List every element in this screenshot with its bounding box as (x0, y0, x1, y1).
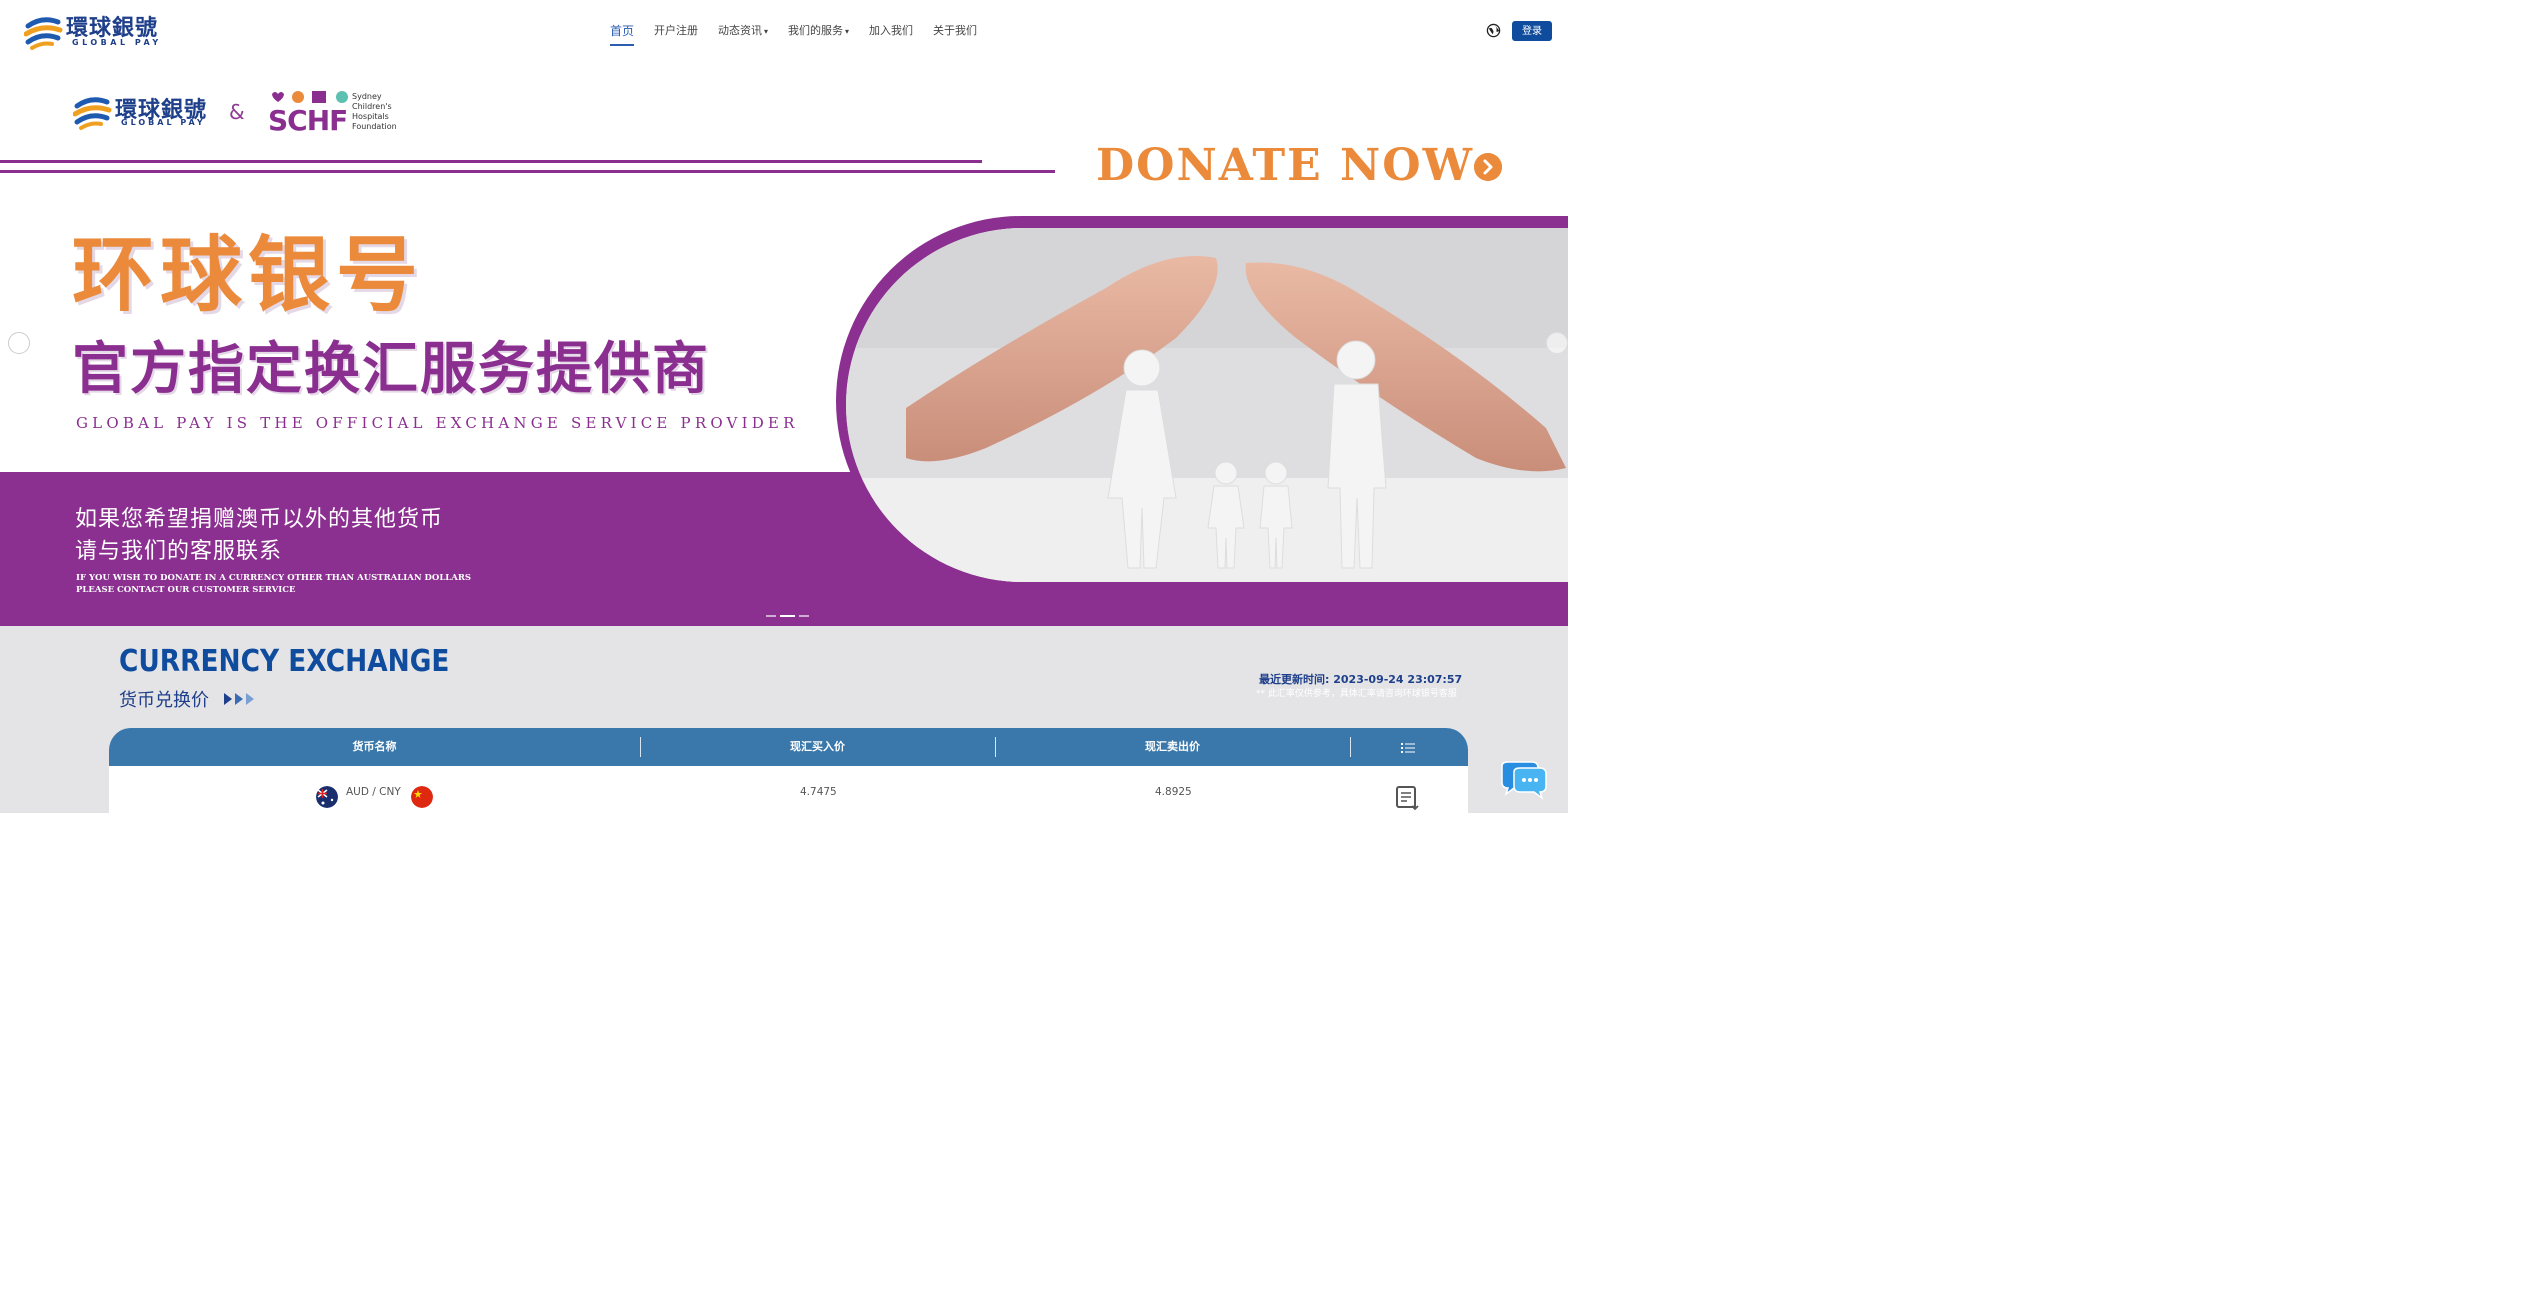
nav-label: 加入我们 (869, 24, 914, 37)
band-text-en-1: IF YOU WISH TO DONATE IN A CURRENCY OTHE… (76, 573, 472, 583)
nav-item-home[interactable]: 首页 (610, 0, 635, 62)
china-flag-icon (411, 786, 433, 808)
global-pay-logo[interactable]: 環球銀號 GLOBAL PAY (24, 10, 164, 52)
triple-arrow-icon (224, 693, 254, 705)
chevron-down-icon: ▾ (845, 27, 850, 36)
carousel-dot[interactable] (766, 615, 776, 617)
band-text-en-2: PLEASE CONTACT OUR CUSTOMER SERVICE (76, 585, 296, 595)
column-divider (1350, 737, 1351, 757)
logo-en-text: GLOBAL PAY (72, 38, 162, 47)
fx-subtitle: 货币兑换价 (119, 690, 209, 711)
band-text-cn-2: 请与我们的客服联系 (75, 539, 283, 564)
banner-subtitle-cn: 官方指定换汇服务提供商 (72, 336, 710, 402)
divider-line (0, 170, 1055, 173)
nav-item-about[interactable]: 关于我们 (933, 0, 977, 62)
carousel-prev-button[interactable] (8, 332, 30, 354)
table-row[interactable]: AUD / CNY 4.7475 4.8925 (109, 766, 1468, 818)
schf-logo: SCHF Sydney Children's Hospitals Foundat… (268, 90, 408, 137)
nav-label: 首页 (610, 24, 635, 38)
nav-item-news[interactable]: 动态资讯 ▾ (718, 0, 768, 62)
col-sell-price: 现汇卖出价 (1145, 740, 1200, 753)
schf-line: Hospitals (352, 112, 389, 121)
exchange-rate-table: 货币名称 现汇买入价 现汇卖出价 AUD / CNY 4.7475 4.8925 (109, 728, 1468, 818)
nav-item-register[interactable]: 开户注册 (654, 0, 698, 62)
chevron-right-icon[interactable] (1474, 153, 1502, 181)
table-header: 货币名称 现汇买入价 现汇卖出价 (109, 728, 1468, 766)
band-text-cn-1: 如果您希望捐赠澳币以外的其他货币 (75, 507, 444, 532)
sell-price: 4.8925 (1155, 786, 1192, 798)
chat-support-icon[interactable] (1498, 760, 1548, 802)
globe-icon[interactable] (1486, 23, 1501, 38)
schf-abbr: SCHF (268, 104, 348, 137)
globe-swoosh-icon (24, 17, 63, 50)
banner-global-pay-logo: 環球銀號 GLOBAL PAY (73, 92, 223, 132)
list-icon[interactable] (1401, 742, 1415, 754)
main-nav: 首页 开户注册 动态资讯 ▾ 我们的服务 ▾ 加入我们 关于我们 (600, 0, 987, 62)
site-header: 環球銀號 GLOBAL PAY 首页 开户注册 动态资讯 ▾ 我们的服务 ▾ 加入我… (0, 0, 1568, 62)
currency-exchange-section: CURRENCY EXCHANGE 货币兑换价 最近更新时间: 2023-09-… (0, 626, 1568, 818)
col-currency-name: 货币名称 (352, 740, 397, 753)
nav-label: 动态资讯 (718, 24, 763, 37)
last-updated: 最近更新时间: 2023-09-24 23:07:57 (1259, 673, 1463, 686)
nav-label: 关于我们 (933, 24, 978, 37)
currency-pair: AUD / CNY (346, 786, 401, 798)
donate-now-link[interactable]: DONATE NOW (1096, 140, 1474, 191)
hero-banner: 環球銀號 GLOBAL PAY & SCHF Sydney Children's… (0, 62, 1568, 626)
banner-subtitle-en: GLOBAL PAY IS THE OFFICIAL EXCHANGE SERV… (76, 414, 799, 432)
carousel-dot-active[interactable] (780, 615, 795, 617)
schf-line: Sydney (352, 92, 382, 101)
divider-line (0, 160, 982, 163)
nav-item-join[interactable]: 加入我们 (869, 0, 913, 62)
schf-line: Foundation (352, 122, 397, 131)
rate-detail-icon[interactable] (1395, 785, 1423, 811)
carousel-dot[interactable] (799, 615, 809, 617)
globe-swoosh-icon (73, 97, 112, 130)
ampersand: & (229, 100, 245, 124)
schf-shapes-icon (272, 91, 348, 103)
schf-full-name: Sydney Children's Hospitals Foundation (352, 92, 412, 132)
nav-label: 我们的服务 (788, 24, 844, 37)
login-button[interactable]: 登录 (1512, 21, 1552, 41)
australia-flag-icon (316, 786, 338, 808)
family-hands-photo (846, 228, 1568, 582)
carousel-indicators (766, 615, 809, 617)
family-protection-illustration (846, 228, 1568, 582)
rate-disclaimer: ** 此汇率仅供参考，具体汇率请咨询环球银号客服 (1256, 689, 1457, 699)
carousel-next-button[interactable] (1546, 332, 1568, 354)
nav-item-services[interactable]: 我们的服务 ▾ (788, 0, 849, 62)
chevron-down-icon: ▾ (764, 27, 769, 36)
col-buy-price: 现汇买入价 (790, 740, 845, 753)
schf-line: Children's (352, 102, 392, 111)
buy-price: 4.7475 (800, 786, 837, 798)
fx-title: CURRENCY EXCHANGE (119, 644, 450, 679)
nav-label: 开户注册 (654, 24, 699, 37)
banner-logo-en: GLOBAL PAY (121, 118, 206, 127)
banner-title-cn: 环球银号 (72, 227, 425, 323)
